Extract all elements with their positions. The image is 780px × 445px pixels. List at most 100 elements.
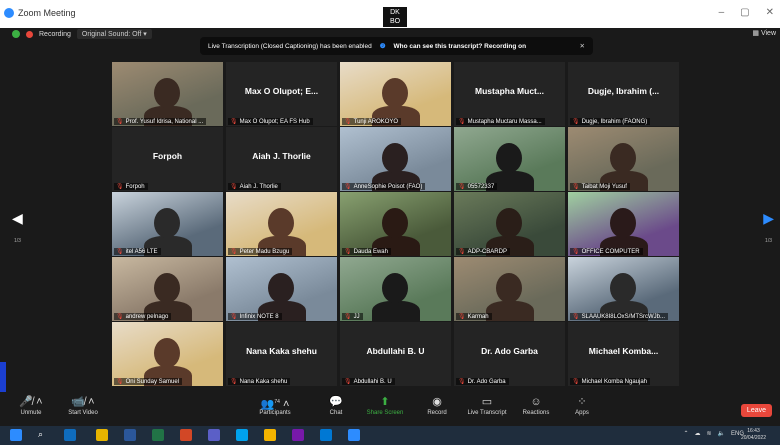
chrome-icon[interactable] [264, 429, 276, 441]
excel-icon[interactable] [152, 429, 164, 441]
participant-tile[interactable]: 🎙 Prof. Yusuf Idrisa, National ... [112, 62, 223, 126]
original-sound-toggle[interactable]: Original Sound: Off ▾ [76, 29, 152, 39]
participant-tile[interactable]: Mustapha Muct... 🎙 Mustapha Muctaru Massa.… [454, 62, 565, 126]
participant-tile[interactable]: 🎙 Peter Madu Bzugu [226, 192, 337, 256]
close-icon[interactable]: ✕ [766, 7, 774, 18]
mic-muted-icon: 🎙 [116, 119, 124, 125]
reactions-button[interactable]: ☺ Reactions [513, 394, 559, 416]
app-title: Zoom Meeting [4, 8, 76, 18]
participants-button[interactable]: 👥74 ˄ Participants [252, 394, 298, 416]
wifi-icon[interactable]: ≋ [706, 430, 711, 437]
participant-name: Dauda Ewah [353, 248, 388, 255]
participant-label: 🎙 andrew pelnago [114, 313, 172, 320]
unmute-button[interactable]: 🎤̸ ˄ Unmute [8, 394, 54, 416]
share-screen-button[interactable]: ⬆ Share Screen [362, 394, 408, 416]
chevron-up-icon[interactable]: ⌃ [683, 430, 688, 437]
participant-name: itel A56 LTE [125, 248, 158, 255]
window-title: Zoom Meeting [18, 8, 76, 18]
prev-page-arrow-icon[interactable]: ◀ [12, 210, 23, 227]
chat-icon: 💬 [329, 396, 343, 408]
participant-name-center: Dugje, Ibrahim (... [587, 86, 660, 96]
clock-time: 16:43 [747, 428, 760, 434]
outlook-icon[interactable] [64, 429, 76, 441]
participant-tile[interactable]: 🎙 andrew pelnago [112, 257, 223, 321]
windows-start-icon[interactable] [10, 429, 22, 441]
participant-tile[interactable]: Max O Olupot; E... 🎙 Max O Olupot; EA FS H… [226, 62, 337, 126]
participant-tile[interactable]: 🎙 JJ [340, 257, 451, 321]
participant-name: 05572337 [467, 183, 495, 190]
zoom-taskbar-icon[interactable] [348, 429, 360, 441]
participant-video [454, 257, 565, 321]
participant-tile[interactable]: Forpoh 🎙 Forpoh [112, 127, 223, 191]
participant-name-center: Nana Kaka shehu [246, 346, 317, 356]
skype-icon[interactable] [236, 429, 248, 441]
participant-tile[interactable]: 🎙 05572337 [454, 127, 565, 191]
gallery-grid: 🎙 Prof. Yusuf Idrisa, National ... Max O O… [112, 62, 680, 388]
mic-muted-icon: 🎙 [344, 119, 352, 125]
maximize-icon[interactable]: ▢ [740, 7, 749, 18]
edge-icon[interactable] [320, 429, 332, 441]
banner-question-link[interactable]: Who can see this transcript? Recording o… [394, 43, 527, 50]
participant-video [454, 192, 565, 256]
search-icon[interactable]: ⌕ [38, 429, 50, 441]
participant-tile[interactable]: Michael Komba... 🎙 Michael Komba Ngaujah [568, 322, 679, 386]
chat-button[interactable]: 💬 Chat [313, 394, 359, 416]
participant-tile[interactable]: Abdullahi B. U 🎙 Abdullahi B. U [340, 322, 451, 386]
participant-tile[interactable]: 🎙 Dauda Ewah [340, 192, 451, 256]
taskbar-clock[interactable]: 16:43 20/04/2022 [741, 428, 766, 442]
participant-tile[interactable]: 🎙 itel A56 LTE [112, 192, 223, 256]
participant-tile[interactable]: Nana Kaka shehu 🎙 Nana Kaka shehu [226, 322, 337, 386]
participant-tile[interactable]: Dr. Ado Garba 🎙 Dr. Ado Garba [454, 322, 565, 386]
apps-button[interactable]: ⁘ Apps [559, 394, 605, 416]
mic-muted-icon: 🎙 [116, 184, 124, 190]
mic-muted-icon: 🎙 [458, 314, 466, 320]
participant-tile[interactable]: 🎙 OFFICE COMPUTER [568, 192, 679, 256]
participant-label: 🎙 Prof. Yusuf Idrisa, National ... [114, 118, 207, 125]
onenote-icon[interactable] [292, 429, 304, 441]
participant-name-center: Abdullahi B. U [366, 346, 425, 356]
view-button[interactable]: ▦ View [752, 29, 776, 37]
word-icon[interactable] [124, 429, 136, 441]
participant-tile[interactable]: 🎙 ADP-CBARDP [454, 192, 565, 256]
mic-muted-icon: 🎙 [572, 314, 580, 320]
participant-tile[interactable]: Aiah J. Thorlie 🎙 Aiah J. Thorlie [226, 127, 337, 191]
reactions-icon: ☺ [530, 396, 542, 408]
meeting-toolbar: 🎤̸ ˄ Unmute 📹̸ ˄ Start Video 👥74 ˄ Particip… [0, 392, 780, 426]
participant-tile[interactable]: 🎙 SLAAUK8I8LOxS/MTSrcWJb... [568, 257, 679, 321]
participant-tile[interactable]: 🎙 Karmah [454, 257, 565, 321]
participant-tile[interactable]: 🎙 AnneSophie Poisot (FAO) [340, 127, 451, 191]
file-explorer-icon[interactable] [96, 429, 108, 441]
onedrive-icon[interactable]: ☁ [694, 430, 700, 437]
next-page-arrow-icon[interactable]: ▶ [763, 210, 774, 227]
participant-tile[interactable]: Dugje, Ibrahim (... 🎙 Dugje, Ibrahim (FAON… [568, 62, 679, 126]
participant-tile[interactable]: 🎙 Infinix NOTE 8 [226, 257, 337, 321]
teams-icon[interactable] [208, 429, 220, 441]
participant-video [340, 192, 451, 256]
participant-label: 🎙 OFFICE COMPUTER [570, 248, 643, 255]
participant-video [454, 127, 565, 191]
minimize-icon[interactable]: – [719, 7, 725, 18]
volume-icon[interactable]: 🔈 [718, 430, 725, 437]
participant-video [226, 257, 337, 321]
participant-name-center: Dr. Ado Garba [481, 346, 538, 356]
start-video-button[interactable]: 📹̸ ˄ Start Video [60, 394, 106, 416]
mic-muted-icon: 🎤̸ ˄ [19, 396, 43, 408]
live-transcript-button[interactable]: ▭ Live Transcript [464, 394, 510, 416]
participant-tile[interactable]: 🎙 Tunji AROKOYO [340, 62, 451, 126]
zoom-logo-icon [4, 8, 14, 18]
apps-icon: ⁘ [577, 396, 587, 408]
participant-tile[interactable]: 🎙 Taibat Moji Yusuf [568, 127, 679, 191]
participant-label: 🎙 SLAAUK8I8LOxS/MTSrcWJb... [570, 313, 668, 320]
participant-video [112, 322, 223, 386]
participant-name-center: Michael Komba... [588, 346, 659, 356]
powerpoint-icon[interactable] [180, 429, 192, 441]
page-indicator-right: 1/3 [765, 238, 772, 244]
mic-muted-icon: 🎙 [458, 119, 466, 125]
shield-icon[interactable] [12, 30, 20, 38]
mic-muted-icon: 🎙 [230, 249, 238, 255]
participant-tile[interactable]: 🎙 Oni Sunday Samuel [112, 322, 223, 386]
banner-close-icon[interactable]: ✕ [580, 42, 585, 50]
record-button[interactable]: ◉ Record [414, 394, 460, 416]
window-titlebar: Zoom Meeting DK BO – ▢ ✕ [0, 0, 780, 28]
leave-button[interactable]: Leave [740, 404, 772, 417]
